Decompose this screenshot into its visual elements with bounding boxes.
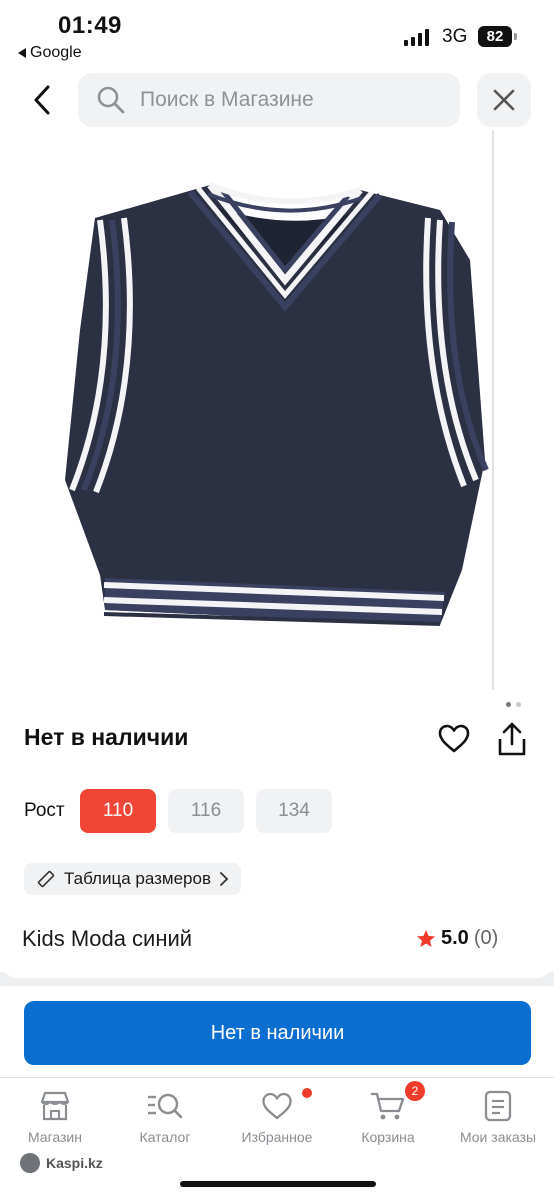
share-icon	[498, 722, 526, 756]
out-of-stock-button[interactable]: Нет в наличии	[24, 1001, 531, 1065]
tab-cart[interactable]: 2 Корзина	[333, 1081, 443, 1145]
size-table-label: Таблица размеров	[64, 869, 211, 888]
tab-catalog-label: Каталог	[139, 1129, 191, 1145]
back-to-app-link[interactable]: Google	[18, 44, 82, 62]
size-option-116[interactable]: 116	[168, 789, 244, 833]
close-icon	[493, 89, 515, 111]
share-button[interactable]	[496, 722, 528, 763]
card-bottom	[0, 958, 554, 978]
availability-status: Нет в наличии	[24, 724, 189, 750]
favorite-button[interactable]	[437, 722, 471, 761]
catalog-icon	[148, 1093, 183, 1119]
product-image	[65, 182, 489, 626]
home-indicator[interactable]	[180, 1181, 376, 1187]
cart-icon	[370, 1092, 405, 1120]
tab-store-label: Магазин	[27, 1129, 82, 1145]
back-app-label: Google	[30, 44, 82, 61]
back-button[interactable]	[22, 80, 62, 120]
tab-orders-label: Мои заказы	[459, 1129, 537, 1145]
rating-score: 5.0	[441, 927, 469, 949]
battery-icon: 82	[478, 26, 517, 47]
gallery-scroll-indicator	[492, 130, 494, 690]
tab-cart-label: Корзина	[361, 1129, 415, 1145]
product-rating[interactable]: 5.0 (0)	[416, 927, 498, 950]
product-image-gallery[interactable]	[0, 130, 554, 690]
review-count: (0)	[473, 927, 499, 949]
heart-icon	[438, 724, 470, 753]
product-title: Kids Moda синий	[22, 926, 193, 951]
size-option-110[interactable]: 110	[80, 789, 156, 833]
favorites-dot-badge	[302, 1088, 312, 1098]
chevron-left-icon	[34, 85, 50, 115]
status-bar: 01:49 Google 3G 82	[0, 0, 554, 66]
tab-catalog[interactable]: Каталог	[110, 1086, 220, 1145]
signal-icon	[404, 28, 429, 46]
star-icon	[417, 929, 435, 947]
back-triangle-icon	[18, 48, 26, 58]
kaspi-brand: Kaspi.kz	[20, 1153, 103, 1173]
kaspi-logo-icon	[20, 1153, 40, 1173]
size-label: Рост	[24, 800, 65, 821]
size-table-link[interactable]: Таблица размеров	[24, 863, 241, 895]
tab-favorites[interactable]: Избранное	[222, 1086, 332, 1145]
gallery-pagination	[506, 702, 521, 707]
pagination-dot	[516, 702, 521, 707]
store-icon	[40, 1091, 70, 1121]
tab-favorites-label: Избранное	[241, 1129, 313, 1145]
close-button[interactable]	[477, 73, 531, 127]
search-icon	[97, 86, 125, 114]
chevron-right-icon	[220, 872, 229, 886]
kaspi-brand-label: Kaspi.kz	[46, 1155, 103, 1171]
search-input[interactable]: Поиск в Магазине	[140, 88, 314, 112]
pagination-dot-active	[506, 702, 511, 707]
search-bar[interactable]: Поиск в Магазине	[78, 73, 460, 127]
orders-icon	[484, 1090, 512, 1122]
ruler-icon	[37, 870, 55, 888]
network-type: 3G	[442, 26, 468, 47]
cart-count-badge: 2	[405, 1081, 425, 1101]
tab-store[interactable]: Магазин	[0, 1086, 110, 1145]
size-option-134[interactable]: 134	[256, 789, 332, 833]
tab-orders[interactable]: Мои заказы	[443, 1086, 553, 1145]
status-time: 01:49	[58, 12, 122, 39]
heart-icon	[262, 1092, 292, 1120]
